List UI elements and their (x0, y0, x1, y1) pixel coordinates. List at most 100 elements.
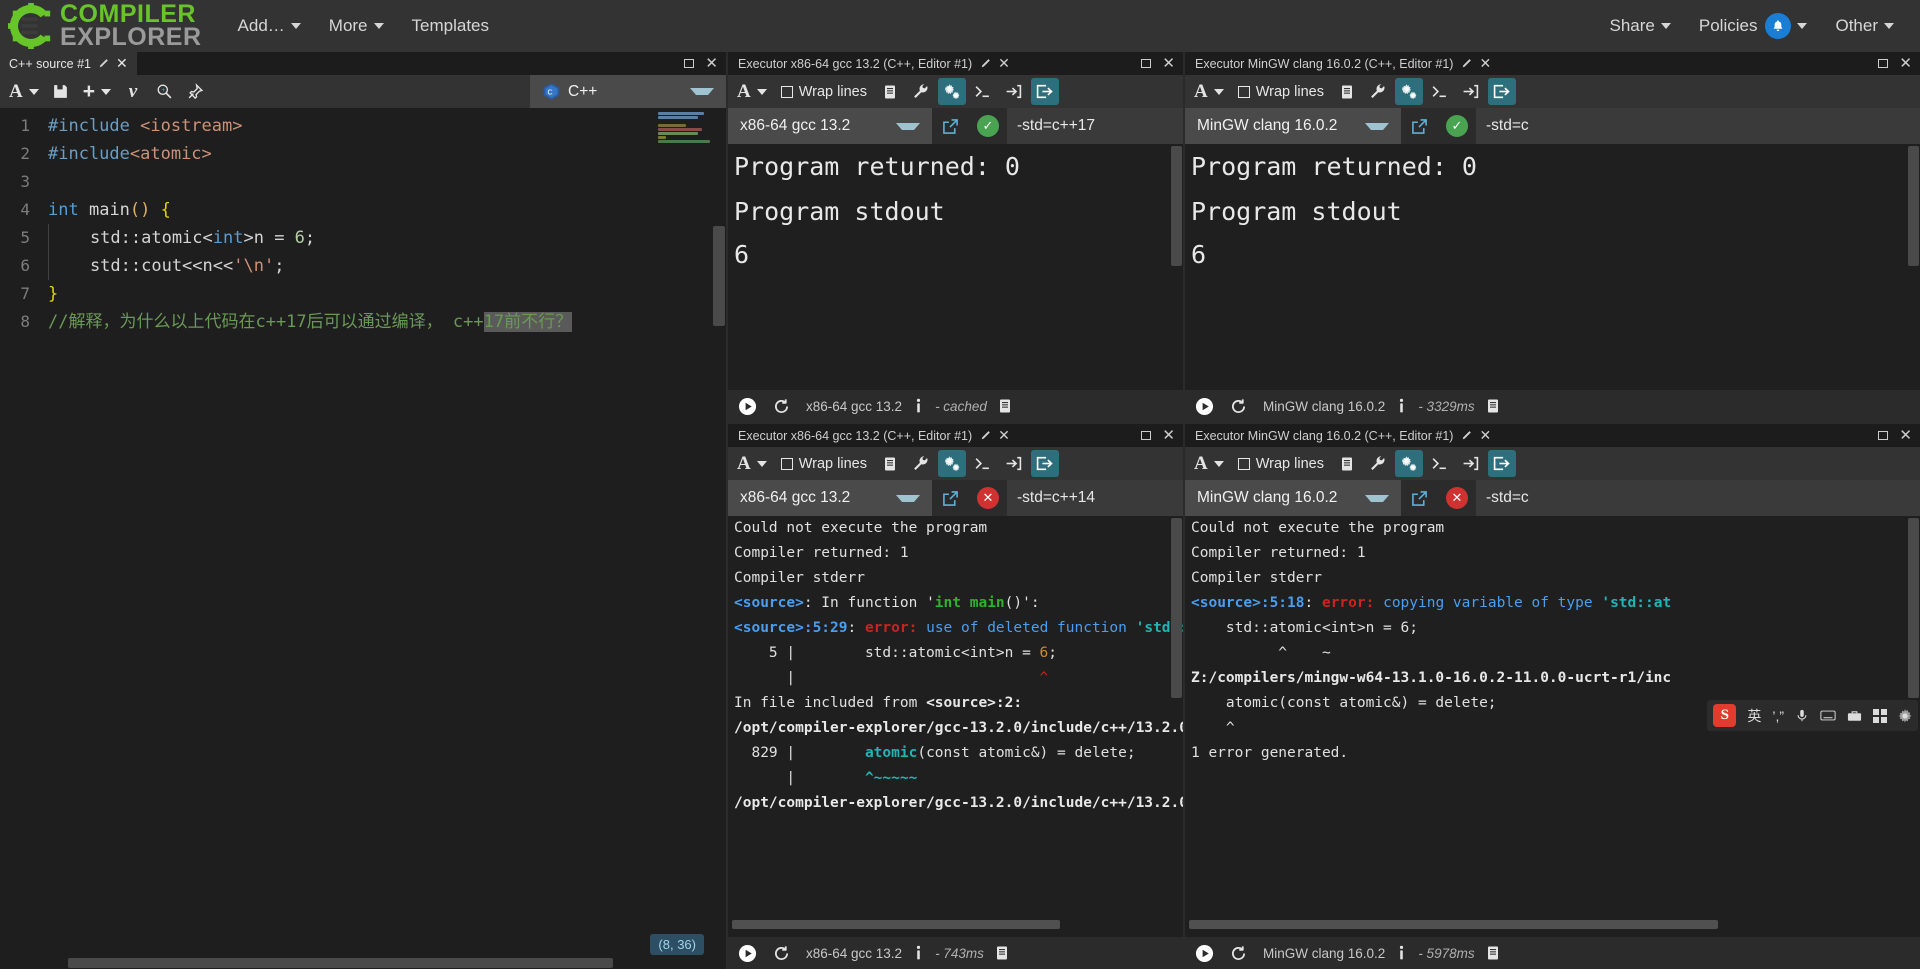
play-icon[interactable] (738, 944, 757, 963)
execution-arguments-button[interactable] (1426, 78, 1454, 105)
compiler-output-button[interactable] (1333, 78, 1361, 105)
compiler-flags-input[interactable]: -std=c++17 (1007, 108, 1183, 144)
reload-icon[interactable] (1230, 945, 1247, 962)
close-icon[interactable]: ✕ (1162, 426, 1175, 444)
compiler-output-button[interactable] (876, 450, 904, 477)
pane-vertical-scrollbar[interactable] (1170, 144, 1183, 390)
maximize-icon[interactable] (684, 58, 695, 68)
ime-lang-label[interactable]: 英 (1747, 706, 1761, 726)
pane-vertical-scrollbar[interactable] (1170, 516, 1183, 937)
vim-mode-button[interactable]: v (119, 78, 147, 105)
pane-horizontal-scrollbar[interactable] (732, 920, 1060, 929)
pencil-icon[interactable] (1461, 430, 1472, 441)
add-new-button[interactable]: + (78, 78, 116, 105)
compiler-select[interactable]: MinGW clang 16.0.2 (1185, 108, 1401, 144)
ime-punctuation-label[interactable]: ’,” (1772, 708, 1784, 724)
executor-output-area[interactable]: Could not execute the program Compiler re… (1185, 516, 1920, 969)
pin-button[interactable] (181, 78, 209, 105)
libraries-button[interactable] (1394, 450, 1423, 477)
maximize-icon[interactable] (1141, 58, 1152, 68)
mic-icon[interactable] (1795, 708, 1809, 723)
compiler-flags-input[interactable]: -std=c (1476, 480, 1920, 516)
code-line[interactable]: 3 (0, 168, 726, 196)
nav-item-other[interactable]: Other (1821, 10, 1908, 42)
pane-horizontal-scrollbar[interactable] (1189, 920, 1718, 929)
close-icon[interactable]: ✕ (116, 55, 128, 72)
output-panel-button[interactable] (1487, 450, 1516, 477)
output-icon[interactable] (994, 945, 1010, 961)
libraries-button[interactable] (937, 450, 966, 477)
nav-item-add[interactable]: Add… (224, 10, 315, 42)
maximize-icon[interactable] (1878, 430, 1889, 440)
code-line[interactable]: 1 #include <iostream> (0, 112, 726, 140)
sogou-icon[interactable]: S (1713, 704, 1737, 727)
pane-vertical-scrollbar[interactable] (1907, 144, 1920, 390)
output-panel-button[interactable] (1487, 78, 1516, 105)
output-icon[interactable] (1485, 398, 1501, 414)
compiler-options-button[interactable] (1364, 78, 1392, 105)
font-size-button[interactable]: A (1189, 78, 1229, 105)
wrap-lines-checkbox[interactable]: Wrap lines (1232, 84, 1330, 100)
save-button[interactable] (47, 78, 75, 105)
wrap-lines-checkbox[interactable]: Wrap lines (775, 84, 873, 100)
play-icon[interactable] (738, 397, 757, 416)
reload-icon[interactable] (773, 398, 790, 415)
code-line[interactable]: 7} (0, 280, 726, 308)
close-icon[interactable]: ✕ (998, 55, 1010, 72)
editor-tab-cpp-source-1[interactable]: C++ source #1 ✕ (0, 52, 137, 75)
stdin-button[interactable] (1000, 78, 1028, 105)
play-icon[interactable] (1195, 397, 1214, 416)
close-icon[interactable]: ✕ (1479, 55, 1491, 72)
code-area[interactable]: 1 #include <iostream> 2 #include<atomic> 3 4 i… (0, 108, 726, 336)
pencil-icon[interactable] (1461, 58, 1472, 69)
maximize-icon[interactable] (1141, 430, 1152, 440)
info-icon[interactable] (912, 398, 925, 415)
open-in-new-tab-button[interactable] (1401, 118, 1438, 135)
output-icon[interactable] (1485, 945, 1501, 961)
execution-arguments-button[interactable] (969, 450, 997, 477)
open-in-new-tab-button[interactable] (1401, 490, 1438, 507)
editor-vertical-scrollbar[interactable] (712, 108, 726, 969)
scrollbar-thumb[interactable] (713, 226, 725, 326)
pencil-icon[interactable] (980, 430, 991, 441)
output-icon[interactable] (997, 398, 1013, 414)
wrap-lines-checkbox[interactable]: Wrap lines (775, 456, 873, 472)
font-size-button[interactable]: A (1189, 450, 1229, 477)
settings-icon[interactable] (1898, 708, 1912, 723)
close-icon[interactable]: ✕ (705, 54, 718, 72)
wrap-lines-checkbox[interactable]: Wrap lines (1232, 456, 1330, 472)
language-select[interactable]: C C++ (530, 75, 726, 108)
code-line[interactable]: 5 std::atomic<int>n = 6; (0, 224, 726, 252)
editor-body[interactable]: 1 #include <iostream> 2 #include<atomic> 3 4 i… (0, 108, 726, 969)
libraries-button[interactable] (937, 78, 966, 105)
open-in-new-tab-button[interactable] (932, 118, 969, 135)
scrollbar-thumb[interactable] (68, 958, 613, 968)
executor-output-area[interactable]: Could not execute the program Compiler re… (728, 516, 1183, 969)
scrollbar-thumb[interactable] (1171, 518, 1182, 698)
executor-output-area[interactable]: Program returned: 0 Program stdout 6 (728, 144, 1183, 422)
grid-icon[interactable] (1873, 708, 1887, 723)
output-panel-button[interactable] (1030, 450, 1059, 477)
toolbox-icon[interactable] (1847, 709, 1862, 723)
execution-arguments-button[interactable] (969, 78, 997, 105)
nav-item-policies[interactable]: Policies (1685, 7, 1822, 45)
open-in-new-tab-button[interactable] (932, 490, 969, 507)
stdin-button[interactable] (1000, 450, 1028, 477)
compiler-options-button[interactable] (907, 450, 935, 477)
pencil-icon[interactable] (98, 58, 109, 69)
compiler-output-button[interactable] (876, 78, 904, 105)
info-icon[interactable] (912, 945, 925, 962)
close-icon[interactable]: ✕ (1899, 54, 1912, 72)
compiler-flags-input[interactable]: -std=c++14 (1007, 480, 1183, 516)
compiler-select[interactable]: MinGW clang 16.0.2 (1185, 480, 1401, 516)
close-icon[interactable]: ✕ (1162, 54, 1175, 72)
code-line[interactable]: 4 int main() { (0, 196, 726, 224)
compiler-output-button[interactable] (1333, 450, 1361, 477)
stdin-button[interactable] (1457, 450, 1485, 477)
editor-horizontal-scrollbar[interactable] (0, 957, 726, 969)
font-size-button[interactable]: A (732, 450, 772, 477)
compiler-select[interactable]: x86-64 gcc 13.2 (728, 108, 932, 144)
reload-icon[interactable] (773, 945, 790, 962)
nav-item-templates[interactable]: Templates (398, 10, 503, 42)
libraries-button[interactable] (1394, 78, 1423, 105)
